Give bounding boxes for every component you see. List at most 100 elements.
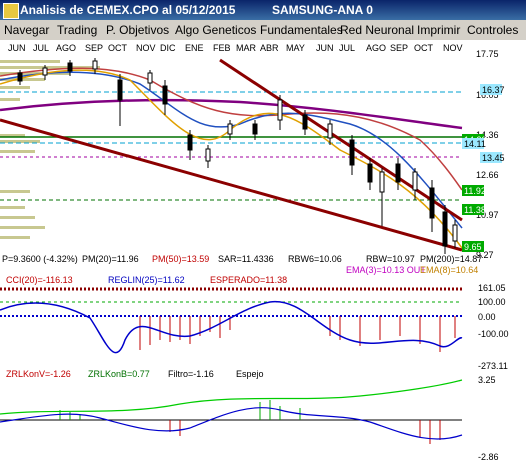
window-title: Analisis de CEMEX.CPO al 05/12/2015 xyxy=(20,3,236,17)
month-label: FEB xyxy=(213,43,231,53)
zrl-konb-value: ZRLKonB=0.77 xyxy=(88,369,150,379)
volume-bar xyxy=(0,190,30,193)
zrl-konv-value: ZRLKonV=-1.26 xyxy=(6,369,71,379)
candle-body xyxy=(277,99,283,121)
pm200-value: PM(200)=14.87 xyxy=(420,254,482,264)
menu-red-neuronal[interactable]: Red Neuronal xyxy=(340,23,414,37)
volume-bar xyxy=(0,86,30,89)
menu-controles[interactable]: Controles xyxy=(467,23,518,37)
candle-body xyxy=(349,139,355,166)
zrl-axis-label: 3.25 xyxy=(478,375,496,385)
app-icon xyxy=(3,3,19,19)
pm50-value: PM(50)=13.59 xyxy=(152,254,209,264)
cci-axis-label: 161.05 xyxy=(478,283,506,293)
candle-body xyxy=(162,85,168,105)
sar-value: SAR=11.4336 xyxy=(218,254,274,264)
cci-axis-label: 100.00 xyxy=(478,297,506,307)
candle-body xyxy=(327,123,333,139)
price-axis-label: 17.75 xyxy=(476,49,499,59)
month-label: OCT xyxy=(108,43,128,53)
cci-axis-label: 0.00 xyxy=(478,312,496,322)
candle-body xyxy=(187,134,193,151)
month-label: OCT xyxy=(414,43,434,53)
candle-body xyxy=(252,123,258,135)
ema8-value: EMA(8)=10.64 xyxy=(420,265,478,275)
month-label: MAR xyxy=(236,43,257,53)
reglin-value: REGLIN(25)=11.62 xyxy=(108,275,185,285)
zrl-labels: ZRLKonV=-1.26 ZRLKonB=0.77 Filtro=-1.16 … xyxy=(6,369,264,379)
volume-bar xyxy=(0,216,35,219)
menu-algo-geneticos[interactable]: Algo Geneticos xyxy=(175,23,256,37)
candle-body xyxy=(227,123,233,135)
month-label: AGO xyxy=(366,43,386,53)
cci-axis: 161.05 100.00 0.00 -100.00 -273.11 xyxy=(478,283,509,371)
menu-imprimir[interactable]: Imprimir xyxy=(417,23,460,37)
cci-value: CCI(20)=-116.13 xyxy=(6,275,73,285)
price-value: P=9.3600 (-4.32%) xyxy=(2,254,78,264)
volume-bar xyxy=(0,60,60,63)
month-label: JUL xyxy=(33,43,49,53)
price-tag: 9.65 xyxy=(464,242,482,252)
volume-bar xyxy=(0,150,35,153)
candle-body xyxy=(429,187,435,219)
candle-body xyxy=(42,67,48,76)
month-label: JUL xyxy=(339,43,355,53)
month-label: JUN xyxy=(8,43,26,53)
candle-body xyxy=(379,171,385,193)
menu-bar: Navegar Trading P. Objetivos Algo Geneti… xyxy=(0,20,526,41)
candle-body xyxy=(17,72,23,82)
month-label: ABR xyxy=(260,43,279,53)
window-right-title: SAMSUNG-ANA 0 xyxy=(272,3,373,17)
zrl-espejo-label: Espejo xyxy=(236,369,264,379)
menu-trading[interactable]: Trading xyxy=(57,23,97,37)
rbw6-value: RBW6=10.06 xyxy=(288,254,342,264)
price-tag: 13.45 xyxy=(482,153,505,163)
price-tags: 16.37 14.23 14.11 13.45 11.92 11.38 9.65 xyxy=(462,84,505,252)
candle-body xyxy=(367,163,373,183)
month-label: SEP xyxy=(85,43,103,53)
cci-axis-label: -100.00 xyxy=(478,329,509,339)
menu-navegar[interactable]: Navegar xyxy=(4,23,49,37)
price-tag: 11.38 xyxy=(464,205,486,215)
volume-bar xyxy=(0,236,30,239)
candle-body xyxy=(67,62,73,72)
menu-p-objetivos[interactable]: P. Objetivos xyxy=(106,23,169,37)
volume-bar xyxy=(0,98,20,101)
cci-axis-label: -273.11 xyxy=(478,361,508,371)
window-titlebar: Analisis de CEMEX.CPO al 05/12/2015 SAMS… xyxy=(0,0,526,20)
price-tag: 14.11 xyxy=(464,139,486,149)
month-label: JUN xyxy=(316,43,334,53)
candle-body xyxy=(395,163,401,183)
zrl-axis-label: -2.86 xyxy=(478,452,499,461)
month-label: ENE xyxy=(185,43,204,53)
candle-body xyxy=(147,72,153,84)
price-tag: 16.37 xyxy=(482,85,505,95)
menu-fundamentales[interactable]: Fundamentales xyxy=(260,23,343,37)
rbw-value: RBW=10.97 xyxy=(366,254,415,264)
month-label: NOV xyxy=(443,43,463,53)
month-label: AGO xyxy=(56,43,76,53)
cci-labels: CCI(20)=-116.13 REGLIN(25)=11.62 ESPERAD… xyxy=(6,275,287,285)
volume-bar xyxy=(0,226,45,229)
candle-body xyxy=(205,148,211,162)
price-info: P=9.3600 (-4.32%) PM(20)=11.96 PM(50)=13… xyxy=(2,254,482,275)
pm20-value: PM(20)=11.96 xyxy=(82,254,139,264)
candle-body xyxy=(302,114,308,130)
month-label: SEP xyxy=(390,43,408,53)
zrl-filtro-value: Filtro=-1.16 xyxy=(168,369,214,379)
ema3-value: EMA(3)=10.13 OUT xyxy=(346,265,426,275)
candle-body xyxy=(412,171,418,191)
price-tag: 11.92 xyxy=(464,186,486,196)
chart-area[interactable]: JUN JUL AGO SEP OCT NOV DIC ENE FEB MAR … xyxy=(0,40,526,461)
candle-body xyxy=(117,79,123,101)
month-label: DIC xyxy=(160,43,176,53)
candle-body xyxy=(452,224,458,242)
candle-body xyxy=(92,60,98,70)
esperado-value: ESPERADO=11.38 xyxy=(210,275,287,285)
cci-panel xyxy=(0,278,462,370)
zrl-axis: 3.25 -2.86 xyxy=(478,375,499,461)
month-label: MAY xyxy=(286,43,305,53)
volume-bar xyxy=(0,206,25,209)
price-axis-label: 12.66 xyxy=(476,170,499,180)
candle-body xyxy=(442,211,448,247)
